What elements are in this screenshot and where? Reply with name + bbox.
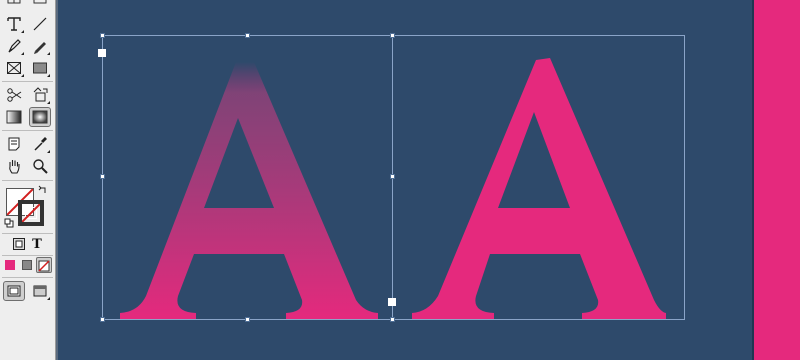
tools-row-table <box>0 0 55 10</box>
note-tool-button[interactable] <box>3 134 25 154</box>
apply-color-button[interactable] <box>5 260 15 270</box>
table2-tool-button[interactable] <box>29 0 51 9</box>
swap-fill-stroke-icon[interactable] <box>38 185 48 195</box>
view-mode-row <box>0 280 55 302</box>
pink-side-panel <box>754 0 800 360</box>
scissors-tool-icon <box>7 88 22 102</box>
apply-none-button[interactable] <box>36 257 52 273</box>
fill-stroke-widget <box>4 184 50 230</box>
eyedropper-tool-button[interactable] <box>29 134 51 154</box>
preview-mode-icon <box>33 285 47 297</box>
free-transform-tool-icon <box>33 87 48 102</box>
preview-mode-button[interactable] <box>29 281 51 301</box>
normal-view-button[interactable] <box>3 281 25 301</box>
rectangle-tool-icon <box>33 62 47 74</box>
pen-tool-icon <box>8 39 21 53</box>
hand-tool-icon <box>9 160 20 174</box>
line-tool-icon <box>33 17 47 31</box>
letter-a-gradient[interactable] <box>120 62 378 319</box>
handle-bottom-left[interactable] <box>100 317 105 322</box>
tools-row-scissors <box>0 84 55 106</box>
gradient-feather-tool-icon <box>32 110 48 124</box>
stroke-none-slash-icon <box>22 204 40 222</box>
hand-tool-button[interactable] <box>3 156 25 176</box>
document-canvas[interactable] <box>58 0 752 360</box>
zoom-tool-button[interactable] <box>29 156 51 176</box>
apply-gradient-button[interactable] <box>22 260 32 270</box>
tools-row-type <box>0 13 55 35</box>
default-fill-stroke-icon[interactable] <box>4 218 14 228</box>
rectangle-tool-button[interactable] <box>29 58 51 78</box>
eyedropper-tool-icon <box>34 137 47 151</box>
handle-top-left-anchor[interactable] <box>98 49 106 57</box>
free-transform-tool-button[interactable] <box>29 85 51 105</box>
gradient-feather-tool-button[interactable] <box>29 107 51 127</box>
formatting-row: T <box>0 233 55 255</box>
handle-top-right[interactable] <box>390 33 395 38</box>
gradient-swatch-tool-icon <box>6 110 22 124</box>
stroke-swatch[interactable] <box>18 200 44 226</box>
handle-top-center[interactable] <box>245 33 250 38</box>
formatting-text-button[interactable]: T <box>26 234 48 254</box>
tools-row-pen <box>0 35 55 57</box>
tools-panel: T <box>0 0 56 360</box>
format-text-label: T <box>32 236 42 252</box>
apply-none-icon <box>38 260 50 272</box>
line-tool-button[interactable] <box>29 14 51 34</box>
type-tool-icon <box>7 17 21 31</box>
rectangle-frame-tool-icon <box>7 62 21 74</box>
zoom-tool-icon <box>33 159 48 174</box>
pen-tool-button[interactable] <box>3 36 25 56</box>
pencil-tool-button[interactable] <box>29 36 51 56</box>
type-tool-button[interactable] <box>3 14 25 34</box>
scissors-tool-button[interactable] <box>3 85 25 105</box>
table-icon <box>7 0 21 4</box>
handle-bottom-center[interactable] <box>245 317 250 322</box>
tools-row-hand <box>0 155 55 177</box>
table-tool-button[interactable] <box>3 0 25 9</box>
handle-middle-left[interactable] <box>100 174 105 179</box>
normal-view-icon <box>7 285 21 297</box>
apply-row <box>0 255 55 277</box>
gradient-swatch-tool-button[interactable] <box>3 107 25 127</box>
rectangle-frame-tool-button[interactable] <box>3 58 25 78</box>
handle-bottom-right[interactable] <box>390 317 395 322</box>
letter-a-solid[interactable] <box>412 58 666 319</box>
tools-row-note <box>0 133 55 155</box>
handle-top-left[interactable] <box>100 33 105 38</box>
handle-bottom-right-anchor[interactable] <box>388 298 396 306</box>
handle-middle-right[interactable] <box>390 174 395 179</box>
pencil-tool-icon <box>34 42 46 54</box>
tools-row-gradient <box>0 106 55 128</box>
formatting-container-icon <box>13 238 25 250</box>
note-tool-icon <box>8 137 20 151</box>
tools-row-frames <box>0 57 55 79</box>
artwork <box>102 35 685 320</box>
table2-icon <box>33 0 47 4</box>
